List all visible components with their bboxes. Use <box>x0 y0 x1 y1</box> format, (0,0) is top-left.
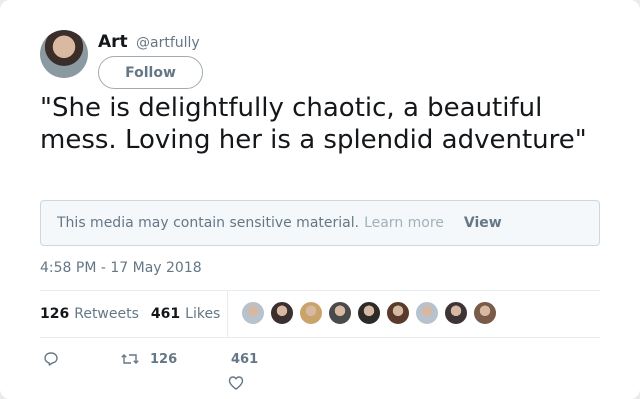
liker-avatar[interactable] <box>241 301 265 325</box>
tweet-card: Art @artfully Follow "She is delightfull… <box>0 0 640 399</box>
view-media-button[interactable]: View <box>464 215 502 231</box>
liker-avatars <box>241 301 502 327</box>
follow-button[interactable]: Follow <box>98 56 203 89</box>
tweet-timestamp[interactable]: 4:58 PM - 17 May 2018 <box>40 260 202 276</box>
liker-avatar[interactable] <box>299 301 323 325</box>
sensitive-message: This media may contain sensitive materia… <box>57 215 360 231</box>
retweet-icon <box>121 351 139 367</box>
retweets-label: Retweets <box>74 306 139 322</box>
retweets-count: 126 <box>40 306 70 322</box>
likes-count: 461 <box>150 306 181 322</box>
liker-avatar[interactable] <box>357 301 381 325</box>
author-name[interactable]: Art <box>98 32 128 52</box>
liker-avatar[interactable] <box>386 301 410 325</box>
reply-button[interactable] <box>43 351 59 367</box>
reply-icon <box>43 351 59 367</box>
likes-label: Likes <box>185 306 221 322</box>
sensitive-media-notice: This media may contain sensitive materia… <box>40 200 600 246</box>
divider-bottom <box>40 337 600 338</box>
retweet-button[interactable]: 126 <box>121 351 177 367</box>
like-button[interactable] <box>228 375 244 391</box>
likes-stat[interactable]: 461 Likes <box>151 306 220 322</box>
liker-avatar[interactable] <box>415 301 439 325</box>
stats-separator <box>227 291 228 337</box>
liker-avatar[interactable] <box>473 301 497 325</box>
author-avatar[interactable] <box>40 30 88 78</box>
tweet-text: "She is delightfully chaotic, a beautifu… <box>40 93 587 155</box>
heart-icon <box>228 375 244 391</box>
liker-avatar[interactable] <box>444 301 468 325</box>
learn-more-link[interactable]: Learn more <box>364 215 444 231</box>
like-count: 461 <box>231 352 259 367</box>
author-handle[interactable]: @artfully <box>136 35 200 51</box>
like-count-action[interactable]: 461 <box>231 352 258 367</box>
retweets-stat[interactable]: 126 Retweets <box>40 306 139 322</box>
liker-avatar[interactable] <box>270 301 294 325</box>
liker-avatar[interactable] <box>328 301 352 325</box>
retweet-count: 126 <box>150 351 178 367</box>
